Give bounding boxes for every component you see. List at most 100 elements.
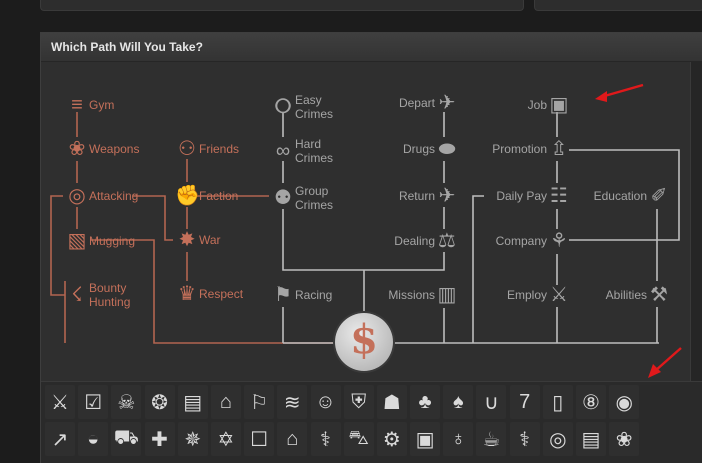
coins-icon: ☷ [550, 185, 568, 207]
node-war-label: War [199, 233, 221, 247]
briefcase-icon: ▣ [549, 94, 569, 116]
candy-cane-icon[interactable]: ⚕ [509, 422, 540, 456]
node-company[interactable]: Company ⚘ [461, 229, 571, 253]
node-easy-crimes[interactable]: ⵔ Easy Crimes [271, 93, 333, 121]
crosshair-icon: ◎ [68, 185, 86, 207]
node-weapons-label: Weapons [89, 142, 140, 156]
node-daily-pay[interactable]: Daily Pay ☷ [461, 184, 571, 208]
person-icon[interactable]: ☺ [310, 385, 341, 419]
revolver-icon[interactable]: ☑ [78, 385, 109, 419]
node-racing[interactable]: ⚑ Racing [271, 283, 332, 307]
briefcase-icon[interactable]: ▣ [410, 422, 441, 456]
node-mugging[interactable]: ▧ Mugging [65, 229, 135, 253]
eight-ball-icon[interactable]: ⑧ [576, 385, 606, 419]
brass-knuckles-icon: ❀ [68, 138, 86, 160]
shield-icon[interactable]: ⛨ [343, 385, 374, 419]
medical-kit-icon[interactable]: ✚ [144, 422, 175, 456]
node-missions[interactable]: Missions ▥ [361, 283, 459, 307]
knife-icon[interactable]: ⚔ [45, 385, 75, 419]
arrow-up-icon: ⇫ [550, 138, 568, 160]
node-war[interactable]: ✸ War [175, 228, 221, 252]
node-education[interactable]: Education ✐ [571, 184, 671, 208]
pint-glass-icon[interactable]: ☕ [476, 422, 507, 456]
node-job[interactable]: Job ▣ [481, 93, 571, 117]
grenade-icon[interactable]: ❂ [144, 385, 175, 419]
node-weapons[interactable]: ❀ Weapons [65, 137, 140, 161]
stocks-chart-icon[interactable]: ↗ [45, 422, 75, 456]
node-attacking[interactable]: ◎ Attacking [65, 184, 138, 208]
house-icon[interactable]: ⌂ [210, 385, 241, 419]
node-employ-label: Employ [506, 288, 547, 302]
node-drugs[interactable]: Drugs ⬬ [379, 137, 459, 161]
handshake-icon: ⚔ [550, 284, 568, 306]
checkered-flag-icon: ⚑ [274, 284, 292, 306]
factory-icon[interactable]: ☗ [376, 385, 407, 419]
newspaper-icon[interactable]: ▤ [576, 422, 606, 456]
spade-icon[interactable]: ♠ [443, 385, 474, 419]
node-promotion-label: Promotion [492, 142, 547, 156]
node-employ[interactable]: Employ ⚔ [461, 283, 571, 307]
red-arrow-pointing-job [595, 83, 644, 102]
explosion-icon: ✸ [178, 229, 196, 251]
node-depart[interactable]: Depart ✈ [379, 91, 459, 115]
palette-icon[interactable]: ❀ [609, 422, 640, 456]
top-panel-left [40, 0, 524, 11]
node-gym[interactable]: ≡ Gym [65, 93, 114, 117]
crown-icon: ♛ [178, 283, 196, 305]
node-bounty-hunting[interactable]: ☇ Bounty Hunting [65, 281, 130, 309]
node-bounty-hunting-label: Bounty Hunting [89, 281, 131, 309]
shopping-cart-icon[interactable]: ⛟ [111, 422, 142, 456]
rifle-icon[interactable]: ☠ [111, 385, 142, 419]
node-respect[interactable]: ♛ Respect [175, 282, 243, 306]
dumbbell-icon: ≡ [71, 94, 83, 116]
group-icon: ⚉ [274, 187, 292, 209]
node-friends[interactable]: ⚇ Friends [175, 137, 239, 161]
cards-icon[interactable]: ♣ [410, 385, 441, 419]
node-company-label: Company [495, 234, 547, 248]
node-faction[interactable]: ✊ Faction [175, 184, 238, 208]
syringe-icon[interactable]: ✡ [210, 422, 241, 456]
top-panel-right [534, 0, 702, 11]
company-icon: ⚘ [550, 230, 568, 252]
money-center-icon[interactable]: $ [335, 313, 393, 371]
gear-icon[interactable]: ⚙ [376, 422, 407, 456]
poker-chip-icon[interactable]: ◉ [609, 385, 640, 419]
swimmer-icon[interactable]: ≋ [277, 385, 308, 419]
icon-toolbar: ⚔ ☑ ☠ ❂ ▤ ⌂ ⚐ ≋ ☺ ⛨ ☗ ♣ ♠ ∪ 7 ▯ ⑧ ◉ ↗ ◒ ⛟ ✚ ✵ ✡ ☐ ⌂ ⚕ ⛍ ⚙ ▣ ♁ ☕ ⚕ ◎ ▤ ❀ [41, 381, 702, 463]
scales-icon: ⚖ [438, 230, 456, 252]
node-attacking-label: Attacking [89, 189, 139, 203]
node-job-label: Job [527, 98, 547, 112]
lottery-ticket-icon[interactable]: ▯ [542, 385, 573, 419]
node-racing-label: Racing [295, 288, 333, 302]
node-gym-label: Gym [89, 98, 115, 112]
node-mugging-label: Mugging [89, 234, 136, 248]
path-panel: Which Path Will You Take? $ ≡ Gym ❀ Weap… [40, 32, 702, 463]
node-dealing[interactable]: Dealing ⚖ [379, 229, 459, 253]
node-promotion[interactable]: Promotion ⇫ [461, 137, 571, 161]
graduation-cap-icon[interactable]: ⌂ [277, 422, 308, 456]
car-icon[interactable]: ⛍ [343, 422, 374, 456]
node-abilities[interactable]: Abilities ⚒ [571, 283, 671, 307]
node-hard-crimes[interactable]: ∞ Hard Crimes [271, 137, 333, 165]
id-card-icon[interactable]: ▤ [177, 385, 208, 419]
doctor-icon[interactable]: ⚕ [310, 422, 341, 456]
bottle-icon[interactable]: ♁ [443, 422, 474, 456]
node-dealing-label: Dealing [394, 234, 435, 248]
plane-depart-icon: ✈ [438, 92, 456, 114]
node-depart-label: Depart [398, 96, 435, 110]
horseshoe-icon[interactable]: ∪ [476, 385, 507, 419]
map-icon: ▥ [437, 284, 457, 306]
coins-icon[interactable]: ◎ [542, 422, 573, 456]
slot-seven-icon[interactable]: 7 [509, 385, 540, 419]
virus-icon[interactable]: ✵ [177, 422, 208, 456]
node-group-crimes[interactable]: ⚉ Group Crimes [271, 184, 333, 212]
node-group-crimes-label: Group Crimes [295, 184, 333, 212]
node-hard-crimes-label: Hard Crimes [295, 137, 333, 165]
node-return-label: Return [398, 189, 435, 203]
node-return[interactable]: Return ✈ [379, 184, 459, 208]
piggy-bank-icon[interactable]: ◒ [78, 422, 109, 456]
icon-row-top: ⚔ ☑ ☠ ❂ ▤ ⌂ ⚐ ≋ ☺ ⛨ ☗ ♣ ♠ ∪ 7 ▯ ⑧ ◉ [45, 385, 642, 419]
unlocked-padlock-icon[interactable]: ☐ [244, 422, 275, 456]
signpost-icon[interactable]: ⚐ [244, 385, 275, 419]
node-daily-pay-label: Daily Pay [496, 189, 547, 203]
